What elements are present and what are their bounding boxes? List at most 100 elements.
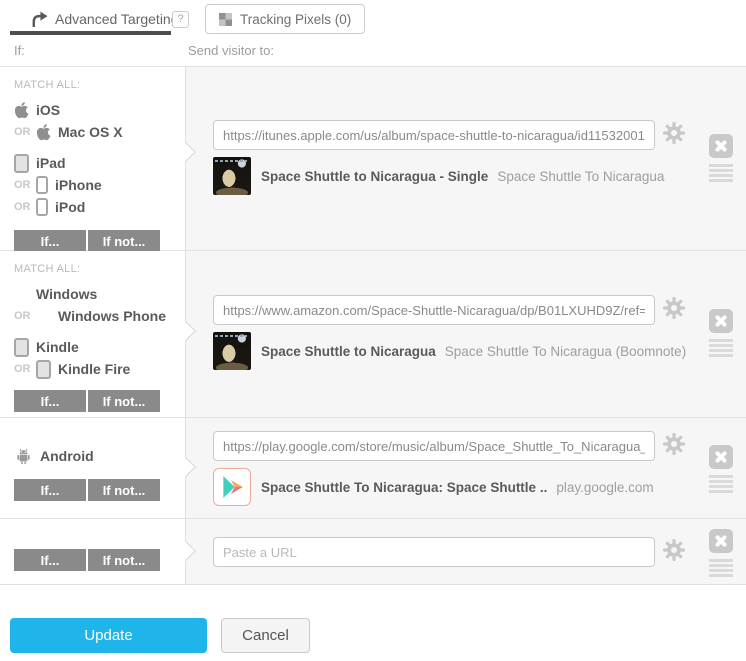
condition-buttons: If... If not...	[14, 549, 160, 571]
condition-android: Android	[14, 445, 185, 467]
tablet-icon	[14, 154, 29, 173]
row-controls	[709, 445, 733, 495]
rule-destination: Space Shuttle To Nicaragua: Space Shuttl…	[186, 418, 746, 518]
link-preview-subtitle: Space Shuttle To Nicaragua	[497, 169, 664, 184]
gear-icon[interactable]	[662, 538, 686, 567]
rule-row-default: If... If not...	[0, 519, 746, 585]
delete-x-icon[interactable]	[709, 309, 733, 333]
apple-icon	[36, 123, 51, 141]
rule-destination	[186, 519, 746, 584]
condition-buttons: If... If not...	[14, 230, 160, 252]
apple-icon	[14, 101, 29, 119]
condition-group-devices: Kindle OR Kindle Fire	[14, 336, 185, 380]
condition-windows-phone: OR Windows Phone	[14, 305, 185, 327]
tab-bar: Advanced Targeting ? Tracking Pixels (0)	[0, 0, 746, 38]
link-preview-title: Space Shuttle To Nicaragua: Space Shuttl…	[261, 480, 547, 495]
android-icon	[14, 447, 33, 466]
condition-group-os: Android	[14, 445, 185, 467]
cancel-button[interactable]: Cancel	[221, 618, 310, 653]
link-preview: Space Shuttle To Nicaragua: Space Shuttl…	[213, 468, 746, 506]
drag-handle-icon[interactable]	[709, 559, 733, 577]
help-icon[interactable]: ?	[172, 11, 189, 28]
update-button[interactable]: Update	[10, 618, 207, 653]
rule-conditions: MATCH ALL: Windows OR Windows Phone	[0, 251, 186, 417]
rule-conditions: If... If not...	[0, 519, 186, 584]
condition-buttons: If... If not...	[14, 479, 160, 501]
if-button[interactable]: If...	[14, 390, 86, 412]
gear-icon[interactable]	[662, 121, 686, 150]
if-button[interactable]: If...	[14, 230, 86, 252]
advanced-targeting-panel: Advanced Targeting ? Tracking Pixels (0)…	[0, 0, 746, 661]
condition-kindle-fire: OR Kindle Fire	[14, 358, 185, 380]
if-column-header: If:	[14, 43, 25, 58]
album-art-thumbnail	[213, 332, 251, 370]
link-preview: Space Shuttle to Nicaragua Space Shuttle…	[213, 332, 746, 370]
phone-icon	[36, 198, 48, 216]
link-preview-title: Space Shuttle to Nicaragua - Single	[261, 169, 488, 184]
link-preview-title: Space Shuttle to Nicaragua	[261, 344, 436, 359]
destination-url-input[interactable]	[213, 295, 655, 325]
if-not-button[interactable]: If not...	[88, 390, 160, 412]
tab-advanced-targeting[interactable]: Advanced Targeting	[30, 9, 179, 28]
destination-url-input[interactable]	[213, 120, 655, 150]
if-not-button[interactable]: If not...	[88, 549, 160, 571]
rule-row-android: Android If... If not... Space Shuttle To…	[0, 418, 746, 519]
condition-kindle: Kindle	[14, 336, 185, 358]
rule-conditions: Android If... If not...	[0, 418, 186, 518]
rule-destination: Space Shuttle to Nicaragua Space Shuttle…	[186, 251, 746, 417]
if-button[interactable]: If...	[14, 479, 86, 501]
condition-iphone: OR iPhone	[14, 174, 185, 196]
condition-group-os: iOS OR Mac OS X	[14, 99, 185, 143]
delete-x-icon[interactable]	[709, 445, 733, 469]
gear-icon[interactable]	[662, 432, 686, 461]
windows-icon	[36, 309, 51, 324]
condition-macosx: OR Mac OS X	[14, 121, 185, 143]
active-tab-underline	[10, 31, 171, 35]
link-preview-subtitle: play.google.com	[556, 480, 653, 495]
row-controls	[709, 134, 733, 184]
link-preview-subtitle: Space Shuttle To Nicaragua (Boomnote)	[445, 344, 686, 359]
pixels-grid-icon	[219, 13, 232, 26]
column-headers: If: Send visitor to:	[0, 38, 746, 66]
album-art-thumbnail	[213, 157, 251, 195]
condition-ipod: OR iPod	[14, 196, 185, 218]
destination-url-input[interactable]	[213, 537, 655, 567]
condition-ios: iOS	[14, 99, 185, 121]
condition-group-os: Windows OR Windows Phone	[14, 283, 185, 327]
if-not-button[interactable]: If not...	[88, 479, 160, 501]
delete-x-icon[interactable]	[709, 134, 733, 158]
condition-ipad: iPad	[14, 152, 185, 174]
drag-handle-icon[interactable]	[709, 339, 733, 357]
send-visitor-column-header: Send visitor to:	[188, 43, 274, 58]
delete-x-icon[interactable]	[709, 529, 733, 553]
phone-icon	[36, 176, 48, 194]
if-button[interactable]: If...	[14, 549, 86, 571]
condition-buttons: If... If not...	[14, 390, 160, 412]
form-actions: Update Cancel	[0, 585, 746, 661]
rules-list: MATCH ALL: iOS OR Mac OS X iPad	[0, 66, 746, 585]
match-all-label: MATCH ALL:	[14, 263, 185, 276]
match-all-label: MATCH ALL:	[14, 79, 185, 92]
row-controls	[709, 309, 733, 359]
link-preview: Space Shuttle to Nicaragua - Single Spac…	[213, 157, 746, 195]
rule-row-windows: MATCH ALL: Windows OR Windows Phone	[0, 251, 746, 418]
drag-handle-icon[interactable]	[709, 164, 733, 182]
destination-url-input[interactable]	[213, 431, 655, 461]
rule-row-ios: MATCH ALL: iOS OR Mac OS X iPad	[0, 67, 746, 251]
tablet-icon	[14, 338, 29, 357]
if-not-button[interactable]: If not...	[88, 230, 160, 252]
rule-conditions: MATCH ALL: iOS OR Mac OS X iPad	[0, 67, 186, 250]
condition-group-devices: iPad OR iPhone OR iPod	[14, 152, 185, 218]
google-play-icon	[213, 468, 251, 506]
tablet-icon	[36, 360, 51, 379]
windows-icon	[14, 287, 29, 302]
tab-tracking-pixels-label: Tracking Pixels (0)	[240, 12, 351, 27]
row-controls	[709, 529, 733, 579]
redirect-arrow-icon	[30, 9, 49, 28]
condition-windows: Windows	[14, 283, 185, 305]
tab-tracking-pixels[interactable]: Tracking Pixels (0)	[205, 4, 365, 34]
gear-icon[interactable]	[662, 296, 686, 325]
rule-destination: Space Shuttle to Nicaragua - Single Spac…	[186, 67, 746, 250]
tab-advanced-targeting-label: Advanced Targeting	[55, 11, 179, 27]
drag-handle-icon[interactable]	[709, 475, 733, 493]
